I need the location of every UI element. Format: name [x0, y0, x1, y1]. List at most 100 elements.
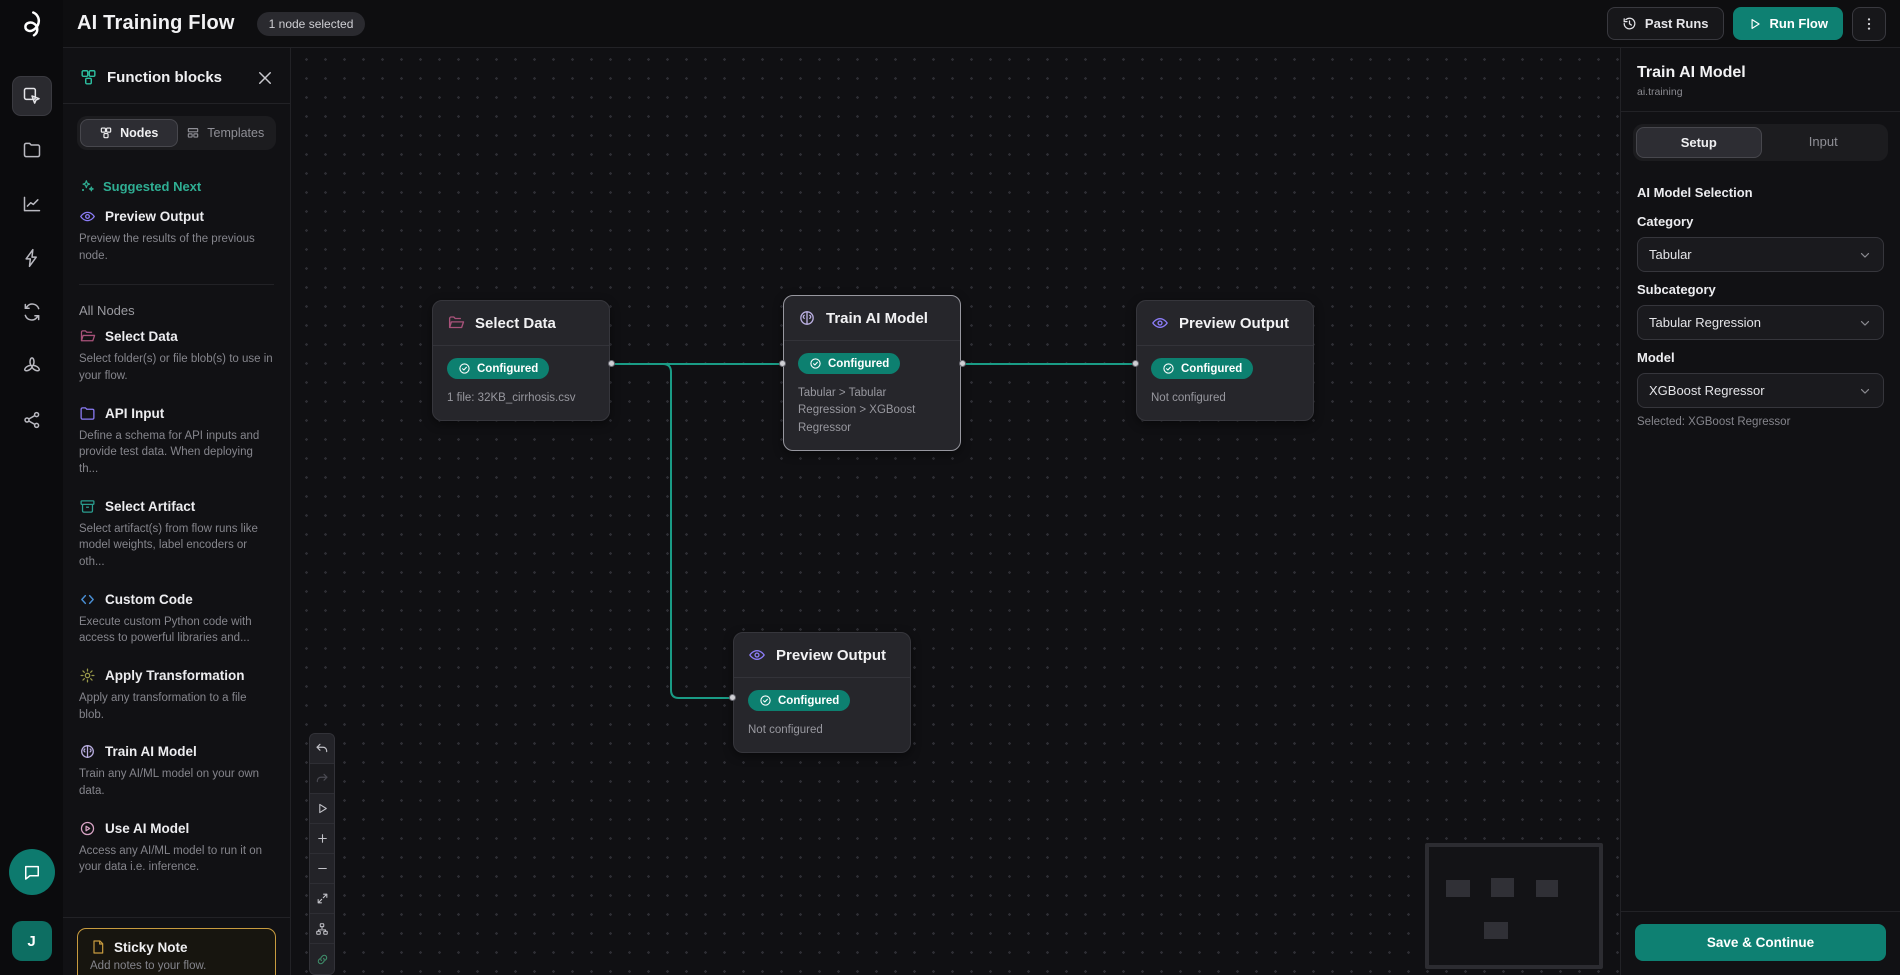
rail-item-share[interactable] [12, 400, 52, 440]
category-select[interactable]: Tabular [1637, 237, 1884, 272]
expand-icon [316, 892, 329, 905]
config-title: Train AI Model [1637, 64, 1884, 82]
divider [79, 284, 274, 285]
archive-icon [79, 498, 96, 515]
minimap[interactable] [1425, 843, 1603, 969]
canvas-node-preview-output-1[interactable]: Preview Output Configured Not configured [1136, 300, 1314, 421]
node-handle[interactable] [608, 360, 615, 367]
auto-layout-button[interactable] [310, 914, 334, 944]
minus-icon [316, 862, 329, 875]
subcategory-select[interactable]: Tabular Regression [1637, 305, 1884, 340]
library-item-select-artifact[interactable]: Select Artifact Select artifact(s) from … [79, 498, 274, 571]
play-circle-icon [79, 820, 96, 837]
save-continue-button[interactable]: Save & Continue [1635, 924, 1886, 961]
flow-title: AI Training Flow [77, 12, 235, 35]
undo-button[interactable] [310, 734, 334, 764]
flow-edges [291, 48, 1620, 975]
plus-icon [316, 832, 329, 845]
check-circle-icon [809, 357, 822, 370]
sticky-note-item[interactable]: Sticky Note Add notes to your flow. [77, 928, 276, 975]
node-handle[interactable] [1132, 360, 1139, 367]
kebab-icon [1861, 16, 1877, 32]
node-handle[interactable] [779, 360, 786, 367]
status-badge: Configured [798, 353, 900, 374]
status-badge: Configured [748, 690, 850, 711]
library-tabs: Nodes Templates [77, 116, 276, 150]
library-item-apply-transformation[interactable]: Apply Transformation Apply any transform… [79, 667, 274, 723]
tab-input[interactable]: Input [1762, 127, 1886, 158]
library-item-train-ai-model[interactable]: Train AI Model Train any AI/ML model on … [79, 743, 274, 799]
link-icon [316, 953, 329, 966]
folder-open-icon [447, 314, 465, 332]
history-icon [1622, 16, 1637, 31]
zoom-in-button[interactable] [310, 824, 334, 854]
eye-icon [748, 646, 766, 664]
brain-icon [798, 309, 816, 327]
templates-icon [186, 126, 200, 140]
suggested-next-label: Suggested Next [79, 178, 274, 194]
tab-setup[interactable]: Setup [1636, 127, 1762, 158]
status-badge: Configured [447, 358, 549, 379]
rail-item-flow-editor[interactable] [12, 76, 52, 116]
redo-button[interactable] [310, 764, 334, 794]
tab-nodes[interactable]: Nodes [80, 119, 178, 147]
panel-title: Function blocks [107, 69, 247, 86]
link-mode-button[interactable] [310, 944, 334, 974]
canvas-node-select-data[interactable]: Select Data Configured 1 file: 32KB_cirr… [432, 300, 610, 421]
user-avatar[interactable]: J [12, 921, 52, 961]
library-item-custom-code[interactable]: Custom Code Execute custom Python code w… [79, 591, 274, 647]
check-circle-icon [458, 362, 471, 375]
redo-icon [315, 772, 329, 786]
config-subtitle: ai.training [1637, 86, 1884, 98]
rail-item-actions[interactable] [12, 238, 52, 278]
function-blocks-panel: Function blocks Nodes Templates [63, 48, 291, 975]
rail-item-sync[interactable] [12, 292, 52, 332]
library-item-api-input[interactable]: API Input Define a schema for API inputs… [79, 405, 274, 478]
more-options-button[interactable] [1852, 7, 1886, 41]
section-title: AI Model Selection [1637, 185, 1884, 200]
folder-open-icon [79, 328, 96, 345]
left-rail: J [0, 0, 63, 975]
library-item-use-ai-model[interactable]: Use AI Model Access any AI/ML model to r… [79, 820, 274, 876]
check-circle-icon [759, 694, 772, 707]
fit-view-button[interactable] [310, 884, 334, 914]
code-icon [79, 591, 96, 608]
node-handle[interactable] [959, 360, 966, 367]
run-step-button[interactable] [310, 794, 334, 824]
minimap-node [1491, 878, 1514, 897]
status-badge: Configured [1151, 358, 1253, 379]
node-library-list: Suggested Next Preview Output Preview th… [63, 154, 290, 917]
canvas-node-preview-output-2[interactable]: Preview Output Configured Not configured [733, 632, 911, 753]
topbar: AI Training Flow 1 node selected Past Ru… [63, 0, 1900, 48]
chat-button[interactable] [9, 849, 55, 895]
library-item-preview-output[interactable]: Preview Output Preview the results of th… [79, 208, 274, 264]
app-logo-icon[interactable] [0, 0, 63, 48]
node-handle[interactable] [729, 694, 736, 701]
model-select[interactable]: XGBoost Regressor [1637, 373, 1884, 408]
minimap-node [1536, 880, 1558, 897]
all-nodes-label: All Nodes [79, 303, 274, 318]
rail-item-files[interactable] [12, 130, 52, 170]
tab-templates[interactable]: Templates [178, 119, 274, 147]
rail-item-functions[interactable] [12, 346, 52, 386]
play-icon [1748, 17, 1762, 31]
canvas-toolbar [309, 733, 335, 975]
minimap-node [1484, 922, 1508, 939]
eye-icon [1151, 314, 1169, 332]
node-config-panel: Train AI Model ai.training Setup Input A… [1620, 48, 1900, 975]
category-label: Category [1637, 214, 1884, 229]
past-runs-button[interactable]: Past Runs [1607, 7, 1724, 40]
canvas-node-train-ai-model[interactable]: Train AI Model Configured Tabular > Tabu… [783, 295, 961, 451]
close-icon[interactable] [256, 69, 274, 87]
eye-icon [79, 208, 96, 225]
library-item-select-data[interactable]: Select Data Select folder(s) or file blo… [79, 328, 274, 384]
flow-canvas[interactable]: Select Data Configured 1 file: 32KB_cirr… [291, 48, 1620, 975]
chevron-down-icon [1858, 316, 1872, 330]
minimap-node [1446, 880, 1470, 897]
rail-item-metrics[interactable] [12, 184, 52, 224]
selection-badge: 1 node selected [257, 12, 366, 36]
zoom-out-button[interactable] [310, 854, 334, 884]
blocks-icon [79, 68, 98, 87]
run-flow-button[interactable]: Run Flow [1733, 7, 1844, 40]
config-tabs: Setup Input [1633, 124, 1888, 161]
